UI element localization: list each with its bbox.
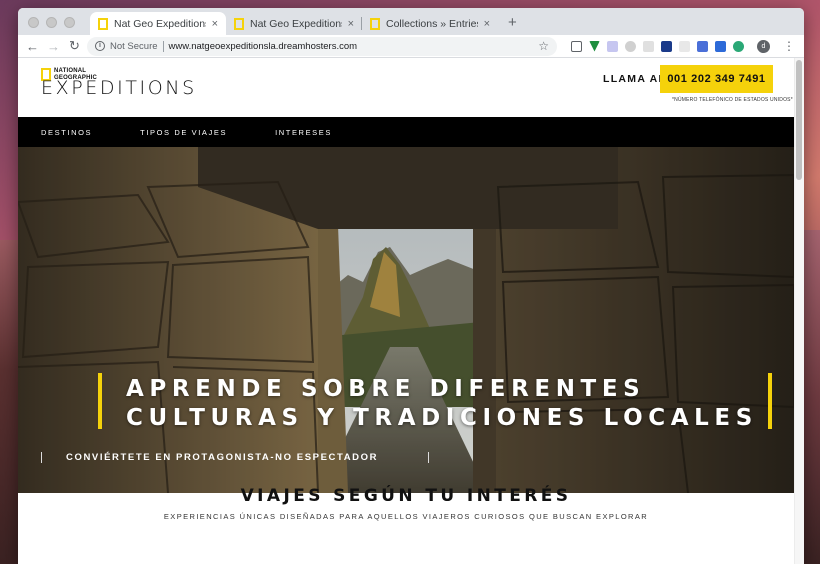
tab-strip: Nat Geo Expeditions × Nat Geo Expedition… <box>18 8 804 35</box>
reload-icon[interactable]: ↻ <box>66 38 83 54</box>
tab-1[interactable]: Nat Geo Expeditions × <box>90 12 226 35</box>
window-controls <box>28 17 75 28</box>
minimize-window-button[interactable] <box>46 17 57 28</box>
scrollbar-thumb[interactable] <box>796 60 802 180</box>
tab-title: Nat Geo Expeditions <box>114 17 206 30</box>
webpage: NATIONAL GEOGRAPHIC EXPEDITIONS LLAMA AL… <box>18 58 804 564</box>
page-scrollbar[interactable] <box>794 58 804 564</box>
code-extension-icon[interactable] <box>607 40 618 52</box>
forward-arrow-icon[interactable]: → <box>45 39 62 54</box>
extensions-bar: d ⋮ <box>571 39 795 53</box>
desktop-wallpaper-right <box>804 230 820 564</box>
site-header: NATIONAL GEOGRAPHIC EXPEDITIONS LLAMA AL… <box>18 58 804 117</box>
phone-note: *NÚMERO TELEFÓNICO DE ESTADOS UNIDOS* <box>672 97 793 103</box>
main-nav: DESTINOS TIPOS DE VIAJES INTERESES <box>18 117 804 147</box>
phone-button[interactable]: 001 202 349 7491 <box>660 65 773 93</box>
tab-title: Nat Geo Expeditions <box>250 17 342 30</box>
cast-icon[interactable] <box>571 40 582 52</box>
vue-extension-icon[interactable] <box>589 40 600 52</box>
browser-window: Nat Geo Expeditions × Nat Geo Expedition… <box>18 8 804 564</box>
bookmark-star-icon[interactable]: ☆ <box>538 39 549 53</box>
section-title: VIAJES SEGÚN TU INTERÉS <box>240 486 572 506</box>
profile-avatar[interactable]: d <box>757 39 770 53</box>
zoom-window-button[interactable] <box>64 17 75 28</box>
section-subtitle: EXPERIENCIAS ÚNICAS DISEÑADAS PARA AQUEL… <box>163 512 649 521</box>
edit-extension-icon[interactable] <box>679 40 690 52</box>
menu-kebab-icon[interactable]: ⋮ <box>783 39 795 53</box>
nav-item-intereses[interactable]: INTERESES <box>275 128 332 137</box>
hero-subtitle: CONVIÉRTETE EN PROTAGONISTA-NO ESPECTADO… <box>66 452 379 463</box>
hero-image <box>18 147 794 493</box>
url-text[interactable]: www.natgeoexpeditionsla.dreamhosters.com <box>169 41 534 52</box>
hero-accent-bar-right <box>768 373 772 429</box>
back-arrow-icon[interactable]: ← <box>24 39 41 54</box>
natgeo-favicon-icon <box>370 17 380 30</box>
tab-close-icon[interactable]: × <box>348 18 354 30</box>
address-bar[interactable]: i Not Secure www.natgeoexpeditionsla.dre… <box>87 36 557 56</box>
desktop-wallpaper-left <box>0 240 18 564</box>
tab-close-icon[interactable]: × <box>212 18 218 30</box>
info-extension-icon[interactable] <box>661 40 672 52</box>
nav-item-destinos[interactable]: DESTINOS <box>41 128 92 137</box>
call-label: LLAMA AL <box>603 73 667 85</box>
brand-wordmark[interactable]: EXPEDITIONS <box>41 77 197 99</box>
tab-close-icon[interactable]: × <box>484 18 490 30</box>
natgeo-favicon-icon <box>98 17 108 30</box>
tab-2[interactable]: Nat Geo Expeditions × <box>226 12 362 35</box>
info-icon[interactable]: i <box>95 41 105 51</box>
tab-3[interactable]: Collections » Entries » Highlig × <box>361 12 498 35</box>
hero-title-line-1: APRENDE SOBRE DIFERENTES <box>126 376 646 402</box>
subtitle-divider-left <box>41 452 42 463</box>
translate-extension-icon[interactable] <box>697 40 708 52</box>
hero-title-line-2: CULTURAS Y TRADICIONES LOCALES <box>126 405 758 431</box>
subtitle-divider-right <box>428 452 429 463</box>
close-window-button[interactable] <box>28 17 39 28</box>
hero-title: APRENDE SOBRE DIFERENTES CULTURAS Y TRAD… <box>126 375 766 433</box>
page-extension-icon[interactable] <box>643 40 654 52</box>
green-extension-icon[interactable] <box>733 40 744 52</box>
screen-extension-icon[interactable] <box>715 40 726 52</box>
url-divider <box>162 40 164 52</box>
new-tab-button[interactable]: + <box>498 14 527 35</box>
nav-item-tipos-de-viajes[interactable]: TIPOS DE VIAJES <box>140 128 227 137</box>
natgeo-favicon-icon <box>234 17 244 30</box>
hero-banner: APRENDE SOBRE DIFERENTES CULTURAS Y TRAD… <box>18 147 804 493</box>
security-label: Not Secure <box>110 40 158 52</box>
browser-toolbar: ← → ↻ i Not Secure www.natgeoexpeditions… <box>18 35 804 58</box>
hero-accent-bar-left <box>98 373 102 429</box>
tab-title: Collections » Entries » Highlig <box>386 17 478 30</box>
gray-extension-icon[interactable] <box>625 40 636 52</box>
